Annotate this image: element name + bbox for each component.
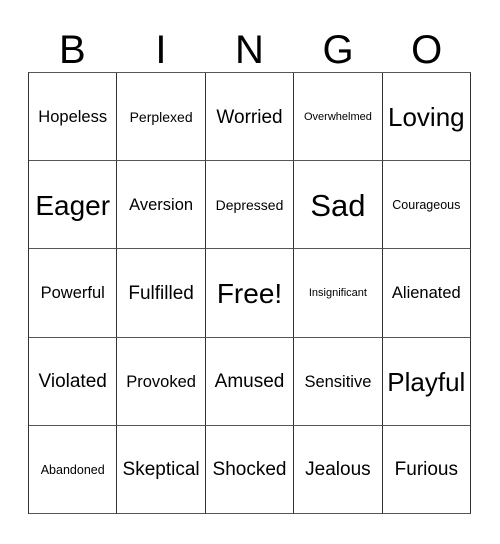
bingo-cell-label: Perplexed (129, 109, 193, 126)
bingo-cell[interactable]: Loving (382, 73, 472, 162)
bingo-row: Eager Aversion Depressed Sad Courageous (29, 161, 472, 250)
bingo-cell-label: Shocked (212, 459, 287, 481)
bingo-cell[interactable]: Courageous (382, 161, 472, 250)
bingo-cell-label: Skeptical (122, 459, 200, 481)
bingo-cell-label: Playful (387, 366, 466, 397)
bingo-cell[interactable]: Shocked (205, 425, 295, 515)
header-letter-g: G (322, 28, 354, 72)
bingo-cell-label: Courageous (392, 198, 461, 213)
bingo-cell[interactable]: Perplexed (117, 73, 206, 162)
bingo-cell[interactable]: Overwhelmed (294, 73, 383, 162)
bingo-cell[interactable]: Jealous (294, 425, 383, 515)
bingo-cell[interactable]: Skeptical (117, 425, 206, 515)
bingo-cell[interactable]: Insignificant (294, 249, 383, 338)
bingo-cell-label: Powerful (40, 284, 105, 303)
bingo-cell[interactable]: Abandoned (29, 425, 118, 515)
bingo-cell-label: Violated (38, 371, 107, 393)
header-letter-i: I (155, 28, 167, 72)
bingo-cell-label: Depressed (215, 197, 284, 214)
bingo-cell-label: Amused (214, 371, 285, 393)
bingo-grid: Hopeless Perplexed Worried Overwhelmed Lovin… (28, 72, 472, 515)
bingo-cell[interactable]: Sensitive (294, 337, 383, 426)
bingo-card: B I N G O Hopeless Perplexed Worried Overwh… (0, 0, 500, 544)
bingo-cell-label: Loving (388, 101, 465, 132)
bingo-row: Violated Provoked Amused Sensitive Playful (29, 337, 472, 426)
bingo-cell-label: Eager (35, 190, 111, 222)
bingo-header: B I N G O (28, 22, 471, 72)
bingo-cell[interactable]: Amused (205, 337, 295, 426)
header-letter-o: O (411, 28, 443, 72)
bingo-cell-label: Insignificant (308, 287, 367, 300)
bingo-cell-label: Free! (216, 278, 283, 310)
bingo-cell-label: Sensitive (304, 372, 372, 391)
bingo-cell-label: Overwhelmed (303, 110, 372, 123)
bingo-cell[interactable]: Free! (205, 249, 295, 338)
bingo-cell-label: Worried (216, 106, 283, 128)
bingo-cell[interactable]: Worried (205, 73, 295, 162)
bingo-cell-label: Alienated (391, 284, 461, 303)
bingo-cell[interactable]: Playful (382, 337, 472, 426)
bingo-cell-label: Jealous (305, 459, 371, 481)
bingo-cell-label: Fulfilled (128, 283, 194, 305)
header-letter-b: B (58, 28, 86, 72)
bingo-cell-label: Abandoned (40, 462, 105, 477)
bingo-cell[interactable]: Depressed (205, 161, 295, 250)
bingo-cell[interactable]: Furious (382, 425, 472, 515)
bingo-row: Abandoned Skeptical Shocked Jealous Furious (29, 425, 472, 515)
bingo-cell[interactable]: Powerful (29, 249, 118, 338)
bingo-cell[interactable]: Fulfilled (117, 249, 206, 338)
bingo-cell[interactable]: Sad (294, 161, 383, 250)
bingo-cell[interactable]: Hopeless (29, 73, 118, 162)
bingo-cell-label: Hopeless (38, 107, 108, 126)
bingo-row: Hopeless Perplexed Worried Overwhelmed Lovin… (29, 73, 472, 162)
bingo-cell[interactable]: Eager (29, 161, 118, 250)
bingo-cell-label: Aversion (129, 196, 194, 215)
bingo-cell[interactable]: Violated (29, 337, 118, 426)
header-letter-n: N (235, 28, 264, 72)
bingo-cell[interactable]: Aversion (117, 161, 206, 250)
bingo-cell-label: Furious (394, 459, 458, 481)
bingo-cell[interactable]: Provoked (117, 337, 206, 426)
bingo-cell-label: Sad (310, 187, 366, 223)
bingo-row: Powerful Fulfilled Free! Insignificant Alien… (29, 249, 472, 338)
bingo-cell-label: Provoked (126, 372, 196, 391)
bingo-cell[interactable]: Alienated (382, 249, 472, 338)
